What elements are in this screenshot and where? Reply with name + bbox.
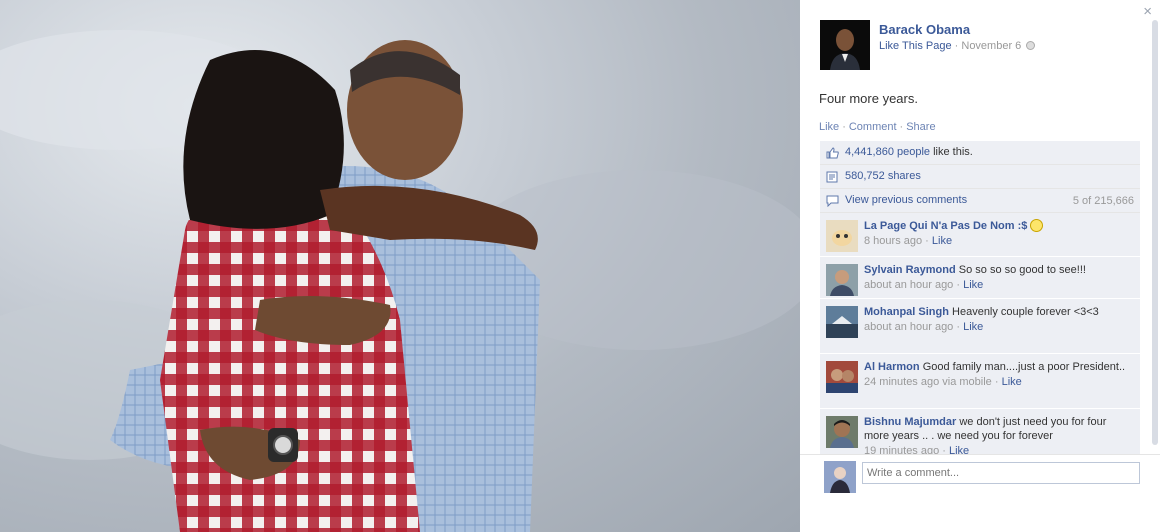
likes-row: 4,441,860 people like this. bbox=[820, 141, 1140, 165]
commenter-avatar[interactable] bbox=[826, 306, 858, 338]
photo-viewer[interactable] bbox=[0, 0, 800, 532]
comment-time[interactable]: about an hour ago bbox=[864, 321, 953, 333]
current-user-avatar bbox=[824, 461, 856, 493]
comment-meta: 24 minutes ago via mobile · Like bbox=[864, 376, 1022, 388]
action-separator: · bbox=[899, 121, 904, 133]
comment-author-link[interactable]: La Page Qui N'a Pas De Nom :$ bbox=[864, 220, 1027, 232]
view-previous-row: View previous comments 5 of 215,666 bbox=[820, 189, 1140, 213]
comment-like-link[interactable]: Like bbox=[1002, 376, 1022, 388]
page-avatar[interactable] bbox=[820, 20, 870, 70]
comment-composer bbox=[800, 454, 1160, 532]
like-link[interactable]: Like bbox=[819, 121, 839, 133]
comment-like-link[interactable]: Like bbox=[963, 279, 983, 291]
likes-count-link[interactable]: 4,441,860 people bbox=[845, 146, 930, 158]
smiley-emoji-icon bbox=[1030, 219, 1044, 232]
comment-text: Heavenly couple forever <3<3 bbox=[952, 306, 1099, 318]
comment-body: Sylvain Raymond So so so so good to see!… bbox=[864, 263, 1132, 277]
comment-input[interactable] bbox=[862, 462, 1140, 484]
share-icon bbox=[826, 171, 838, 183]
comment-body: Mohanpal Singh Heavenly couple forever <… bbox=[864, 305, 1132, 319]
comment-meta: about an hour ago · Like bbox=[864, 321, 984, 333]
comment-author-link[interactable]: Bishnu Majumdar bbox=[864, 416, 956, 428]
comment-time[interactable]: 8 hours ago bbox=[864, 235, 922, 247]
commenter-avatar[interactable] bbox=[826, 264, 858, 296]
commenter-avatar[interactable] bbox=[826, 416, 858, 448]
comment-item: Al Harmon Good family man....just a poor… bbox=[820, 354, 1140, 409]
comment-author-link[interactable]: Al Harmon bbox=[864, 361, 920, 373]
comment-time[interactable]: 24 minutes ago via mobile bbox=[864, 376, 992, 388]
commenter-avatar[interactable] bbox=[826, 220, 858, 252]
view-previous-comments-link[interactable]: View previous comments bbox=[845, 194, 967, 206]
post-date[interactable]: November 6 bbox=[961, 40, 1021, 52]
globe-icon bbox=[1026, 41, 1036, 50]
comment-bubble-icon bbox=[826, 195, 839, 207]
commenter-avatar[interactable] bbox=[826, 361, 858, 393]
comment-text: Good family man....just a poor President… bbox=[922, 361, 1126, 373]
share-link[interactable]: Share bbox=[906, 121, 935, 133]
post-header: Barack Obama Like This Page · November 6 bbox=[820, 20, 1120, 72]
comment-author-link[interactable]: Sylvain Raymond bbox=[864, 264, 956, 276]
scrollbar[interactable] bbox=[1152, 20, 1158, 445]
comment-body: Al Harmon Good family man....just a poor… bbox=[864, 360, 1132, 374]
shares-link[interactable]: 580,752 shares bbox=[845, 170, 921, 182]
comment-item: Mohanpal Singh Heavenly couple forever <… bbox=[820, 299, 1140, 354]
comment-item: Sylvain Raymond So so so so good to see!… bbox=[820, 257, 1140, 299]
thumbs-up-icon bbox=[826, 147, 839, 159]
comment-text: So so so so good to see!!! bbox=[958, 264, 1086, 276]
post-message: Four more years. bbox=[819, 91, 918, 106]
comment-link[interactable]: Comment bbox=[849, 121, 897, 133]
post-meta: Like This Page · November 6 bbox=[879, 40, 1036, 52]
action-separator: · bbox=[842, 121, 846, 133]
comment-position: 5 of 215,666 bbox=[1072, 195, 1134, 207]
ufi-box: 4,441,860 people like this. 580,752 shar… bbox=[820, 141, 1140, 461]
comment-like-link[interactable]: Like bbox=[963, 321, 983, 333]
post-side-panel: × Barack Obama Like This Page · November… bbox=[800, 0, 1160, 532]
comment-body: La Page Qui N'a Pas De Nom :$ bbox=[864, 219, 1132, 233]
post-actions: Like · Comment · Share bbox=[819, 121, 936, 133]
comment-body: Bishnu Majumdar we don't just need you f… bbox=[864, 415, 1132, 443]
close-icon[interactable]: × bbox=[1143, 4, 1152, 20]
shares-row: 580,752 shares bbox=[820, 165, 1140, 189]
comment-like-link[interactable]: Like bbox=[932, 235, 952, 247]
comment-author-link[interactable]: Mohanpal Singh bbox=[864, 306, 949, 318]
meta-separator: · bbox=[954, 40, 959, 52]
comment-meta: about an hour ago · Like bbox=[864, 279, 984, 291]
comment-item: La Page Qui N'a Pas De Nom :$ 8 hours ag… bbox=[820, 213, 1140, 257]
page-name-link[interactable]: Barack Obama bbox=[879, 22, 970, 37]
photo-image bbox=[0, 30, 800, 532]
like-page-link[interactable]: Like This Page bbox=[879, 40, 952, 52]
likes-suffix: like this. bbox=[933, 146, 973, 158]
comment-meta: 8 hours ago · Like bbox=[864, 235, 953, 247]
comment-time[interactable]: about an hour ago bbox=[864, 279, 953, 291]
